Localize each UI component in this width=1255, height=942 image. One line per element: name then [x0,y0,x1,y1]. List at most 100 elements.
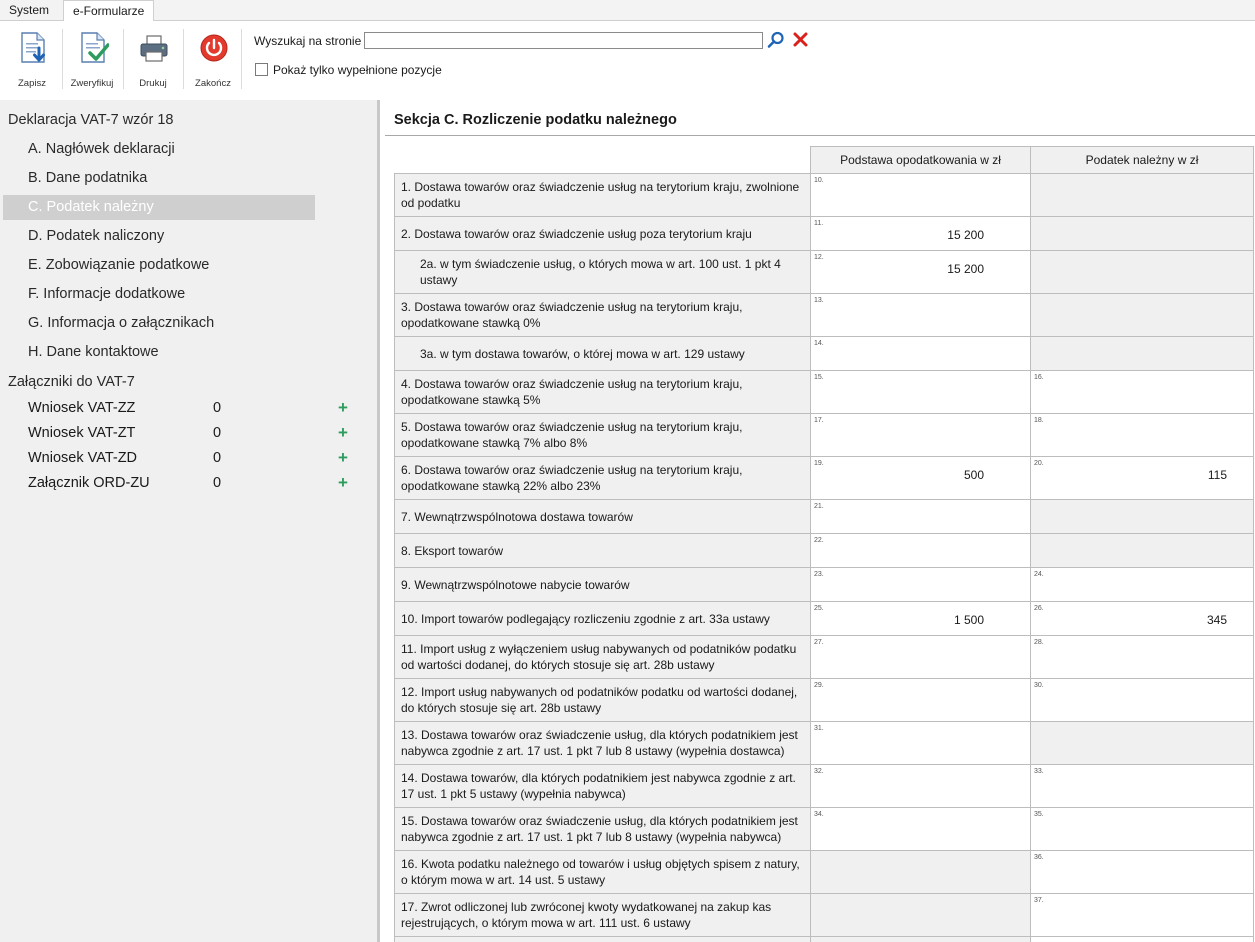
tax-base-field[interactable]: 22. [810,533,1031,568]
form-row: 4. Dostawa towarów oraz świadczenie usłu… [394,370,1254,414]
form-row: 16. Kwota podatku należnego od towarów i… [394,850,1254,894]
tax-base-field[interactable]: 31. [810,721,1031,765]
field-number: 23. [814,571,824,578]
row-description: 7. Wewnątrzwspólnotowa dostawa towarów [394,499,811,534]
attachment-name: Załącznik ORD-ZU [28,475,150,491]
field-number: 33. [1034,768,1044,775]
form-row: 3a. w tym dostawa towarów, o której mowa… [394,336,1254,371]
form-row: 11. Import usług z wyłączeniem usług nab… [394,635,1254,679]
field-number: 27. [814,639,824,646]
nav-item-b[interactable]: B. Dane podatnika [3,166,315,191]
field-number: 31. [814,725,824,732]
row-description: 5. Dostawa towarów oraz świadczenie usłu… [394,413,811,457]
tax-base-field[interactable]: 15. [810,370,1031,414]
form-row: 15. Dostawa towarów oraz świadczenie usł… [394,807,1254,851]
nav-item-e[interactable]: E. Zobowiązanie podatkowe [3,253,315,278]
tax-due-field[interactable]: 16. [1030,370,1254,414]
nav-item-f[interactable]: F. Informacje dodatkowe [3,282,315,307]
tax-base-field[interactable]: 29. [810,678,1031,722]
tax-base-field[interactable]: 11. 15 200 [810,216,1031,251]
tax-due-field [1030,216,1254,251]
tax-due-field[interactable]: 20. 115 [1030,456,1254,500]
add-attachment-icon[interactable]: + [338,423,348,443]
add-attachment-icon[interactable]: + [338,473,348,493]
field-number: 29. [814,682,824,689]
toolbar-separator [241,29,242,89]
tax-base-field[interactable]: 17. [810,413,1031,457]
save-button[interactable]: Zapisz [4,29,60,95]
toolbar-separator [183,29,184,89]
tax-due-field [1030,293,1254,337]
tab-system[interactable]: System [0,0,58,21]
field-number: 12. [814,254,824,261]
tax-due-field[interactable]: 18. [1030,413,1254,457]
field-value: 1 500 [953,613,984,627]
tax-base-field[interactable]: 32. [810,764,1031,808]
tax-base-field[interactable]: 23. [810,567,1031,602]
field-number: 15. [814,374,824,381]
attachment-row[interactable]: Wniosek VAT-ZZ 0 + [28,398,358,422]
attachment-row[interactable]: Wniosek VAT-ZT 0 + [28,423,358,447]
nav-item-c-active[interactable]: C. Podatek należny [3,195,315,220]
tax-base-field [810,893,1031,937]
nav-item-d[interactable]: D. Podatek naliczony [3,224,315,249]
add-attachment-icon[interactable]: + [338,448,348,468]
tax-base-field[interactable]: 10. [810,173,1031,217]
print-button[interactable]: Drukuj [125,29,181,95]
attachment-row[interactable]: Wniosek VAT-ZD 0 + [28,448,358,472]
tax-base-field[interactable]: 13. [810,293,1031,337]
tax-base-field[interactable]: 21. [810,499,1031,534]
row-description: 11. Import usług z wyłączeniem usług nab… [394,635,811,679]
field-value: 345 [1206,613,1227,627]
form-row: 12. Import usług nabywanych od podatnikó… [394,678,1254,722]
toolbar: Zapisz Zweryfikuj Drukuj Zakończ Wyszuka… [0,21,1255,100]
tax-base-field[interactable]: 12. 15 200 [810,250,1031,294]
filled-only-checkbox[interactable] [255,63,268,76]
nav-header-attachments[interactable]: Załączniki do VAT-7 [8,374,135,390]
tax-due-field[interactable]: 37. [1030,893,1254,937]
form-row: 17. Zwrot odliczonej lub zwróconej kwoty… [394,893,1254,937]
tax-due-field[interactable]: 30. [1030,678,1254,722]
tax-base-field[interactable]: 34. [810,807,1031,851]
tax-form-table: Podstawa opodatkowania w zł Podatek nale… [394,146,1254,942]
tax-base-field[interactable]: 19. 500 [810,456,1031,500]
field-number: 14. [814,340,824,347]
table-header-blank [394,146,811,174]
clear-search-icon[interactable] [793,32,808,47]
add-attachment-icon[interactable]: + [338,398,348,418]
tax-due-field[interactable]: 36. [1030,850,1254,894]
tax-due-field[interactable] [1030,936,1254,942]
nav-item-g[interactable]: G. Informacja o załącznikach [3,311,315,336]
tax-due-field [1030,533,1254,568]
tax-base-field [810,850,1031,894]
tax-due-field[interactable]: 35. [1030,807,1254,851]
tax-base-field[interactable]: 27. [810,635,1031,679]
save-icon [21,32,45,63]
attachment-count: 0 [213,475,222,491]
field-value: 15 200 [947,262,984,276]
tax-due-field[interactable]: 28. [1030,635,1254,679]
attachment-row[interactable]: Załącznik ORD-ZU 0 + [28,473,358,497]
tax-base-field[interactable]: 25. 1 500 [810,601,1031,636]
field-number: 37. [1034,897,1044,904]
nav-item-h[interactable]: H. Dane kontaktowe [3,340,315,365]
power-icon [200,34,228,62]
search-icon[interactable] [767,31,785,49]
form-row: 8. Eksport towarów 22. [394,533,1254,568]
search-label: Wyszukaj na stronie [254,34,362,48]
tax-due-field[interactable]: 33. [1030,764,1254,808]
tax-due-field[interactable]: 24. [1030,567,1254,602]
exit-button[interactable]: Zakończ [185,29,241,95]
tab-e-formularze[interactable]: e-Formularze [63,0,155,22]
tax-due-field[interactable]: 26. 345 [1030,601,1254,636]
field-number: 24. [1034,571,1044,578]
nav-item-a[interactable]: A. Nagłówek deklaracji [3,137,315,162]
search-input[interactable] [364,32,763,49]
tax-due-field [1030,173,1254,217]
tax-base-field[interactable]: 14. [810,336,1031,371]
form-row: 6. Dostawa towarów oraz świadczenie usłu… [394,456,1254,500]
attachment-name: Wniosek VAT-ZD [28,450,138,466]
printer-icon [140,35,168,62]
verify-button[interactable]: Zweryfikuj [64,29,120,95]
nav-header-declaration[interactable]: Deklaracja VAT-7 wzór 18 [8,112,173,128]
